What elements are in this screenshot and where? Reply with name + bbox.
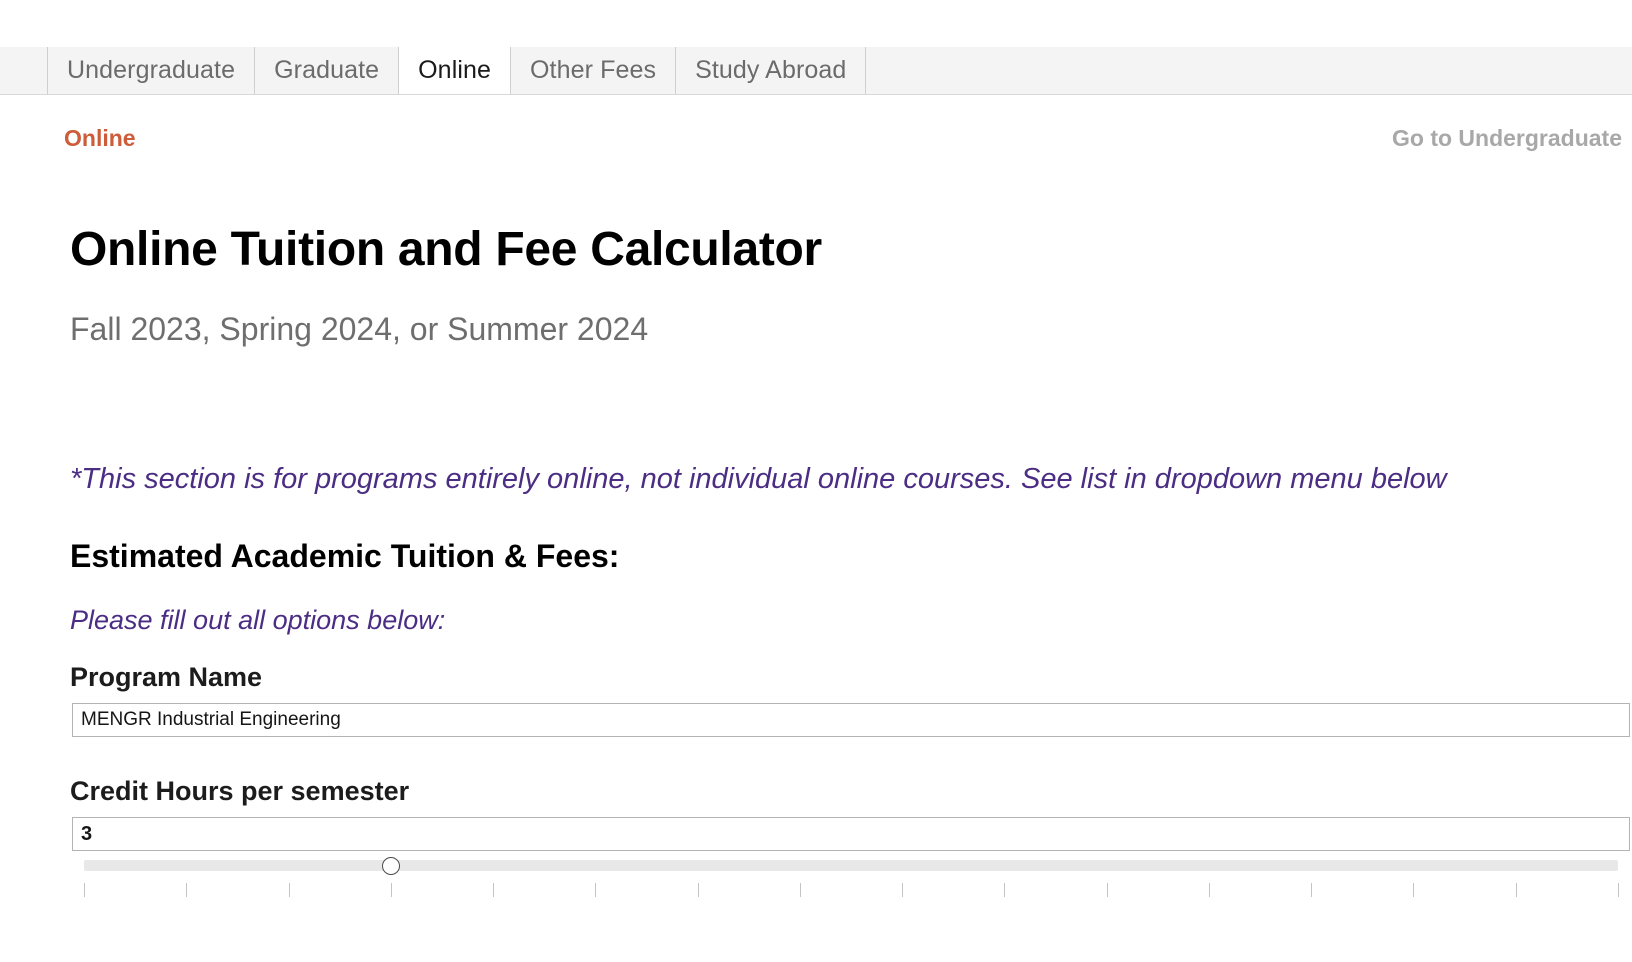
page-subtitle: Fall 2023, Spring 2024, or Summer 2024 bbox=[70, 311, 649, 347]
fill-out-instruction: Please fill out all options below: bbox=[70, 605, 446, 635]
slider-tick bbox=[1515, 883, 1517, 897]
slider-tick bbox=[1004, 883, 1006, 897]
tab-study-abroad[interactable]: Study Abroad bbox=[676, 47, 867, 94]
program-name-label: Program Name bbox=[70, 662, 263, 692]
tab-bar-trailing-spacer bbox=[866, 47, 1632, 94]
section-heading-estimated-tuition: Estimated Academic Tuition & Fees: bbox=[70, 538, 620, 574]
breadcrumb-current[interactable]: Online bbox=[64, 125, 136, 152]
page-title: Online Tuition and Fee Calculator bbox=[70, 223, 822, 276]
credit-hours-slider-ticks bbox=[84, 883, 1619, 899]
program-name-input[interactable] bbox=[72, 703, 1630, 737]
slider-tick bbox=[1208, 883, 1210, 897]
credit-hours-label: Credit Hours per semester bbox=[70, 776, 410, 806]
go-to-undergraduate-link[interactable]: Go to Undergraduate bbox=[1392, 125, 1622, 152]
breadcrumb: Online Go to Undergraduate bbox=[0, 117, 1632, 179]
tab-graduate-label: Graduate bbox=[274, 56, 380, 84]
tab-undergraduate-label: Undergraduate bbox=[67, 56, 236, 84]
tab-online-label: Online bbox=[418, 56, 492, 84]
slider-tick bbox=[288, 883, 290, 897]
slider-tick bbox=[902, 883, 904, 897]
slider-tick bbox=[390, 883, 392, 897]
slider-tick bbox=[1618, 883, 1619, 897]
online-programs-disclaimer: *This section is for programs entirely o… bbox=[70, 463, 1447, 495]
credit-hours-input[interactable] bbox=[72, 817, 1630, 851]
slider-tick bbox=[595, 883, 597, 897]
tab-graduate[interactable]: Graduate bbox=[255, 47, 400, 94]
credit-hours-slider-track[interactable] bbox=[84, 860, 1618, 871]
tab-bar-leading-spacer bbox=[0, 47, 48, 94]
credit-hours-slider[interactable] bbox=[84, 857, 1619, 920]
slider-tick bbox=[697, 883, 699, 897]
slider-tick bbox=[493, 883, 495, 897]
tab-study-abroad-label: Study Abroad bbox=[695, 56, 847, 84]
tab-other-fees-label: Other Fees bbox=[530, 56, 657, 84]
slider-tick bbox=[84, 883, 85, 897]
slider-tick bbox=[1413, 883, 1415, 897]
slider-tick bbox=[1106, 883, 1108, 897]
tab-other-fees[interactable]: Other Fees bbox=[511, 47, 677, 94]
tab-online[interactable]: Online bbox=[399, 47, 512, 94]
credit-hours-slider-thumb[interactable] bbox=[381, 857, 400, 875]
slider-tick bbox=[1311, 883, 1313, 897]
slider-tick bbox=[186, 883, 188, 897]
tab-undergraduate[interactable]: Undergraduate bbox=[48, 47, 256, 94]
tab-bar: Undergraduate Graduate Online Other Fees… bbox=[0, 47, 1632, 95]
page-content: Online Go to Undergraduate Online Tuitio… bbox=[0, 95, 1632, 897]
slider-tick bbox=[799, 883, 801, 897]
